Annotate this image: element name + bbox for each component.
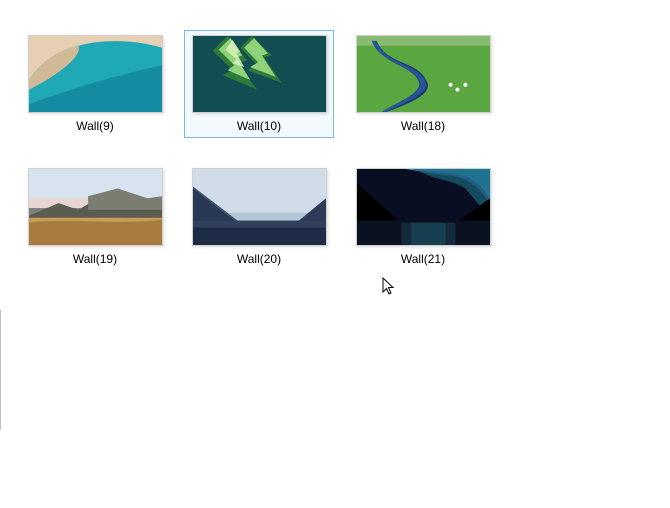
thumbnail-icon <box>356 168 491 246</box>
file-item[interactable]: Wall(9) <box>20 30 170 138</box>
file-label: Wall(10) <box>237 119 281 133</box>
file-item[interactable]: Wall(20) <box>184 163 334 271</box>
panel-border <box>0 310 1 430</box>
file-label: Wall(19) <box>73 252 117 266</box>
file-item[interactable]: Wall(18) <box>348 30 498 138</box>
thumbnail-icon <box>28 168 163 246</box>
file-label: Wall(18) <box>401 119 445 133</box>
thumbnail-icon <box>192 168 327 246</box>
file-grid: Wall(9) Wall(10) <box>0 0 670 302</box>
thumbnail-icon <box>356 35 491 113</box>
thumbnail-icon <box>28 35 163 113</box>
file-label: Wall(20) <box>237 252 281 266</box>
file-item[interactable]: Wall(19) <box>20 163 170 271</box>
file-label: Wall(9) <box>76 119 114 133</box>
file-item[interactable]: Wall(21) <box>348 163 498 271</box>
thumbnail-icon <box>192 35 327 113</box>
file-label: Wall(21) <box>401 252 445 266</box>
file-item[interactable]: Wall(10) <box>184 30 334 138</box>
